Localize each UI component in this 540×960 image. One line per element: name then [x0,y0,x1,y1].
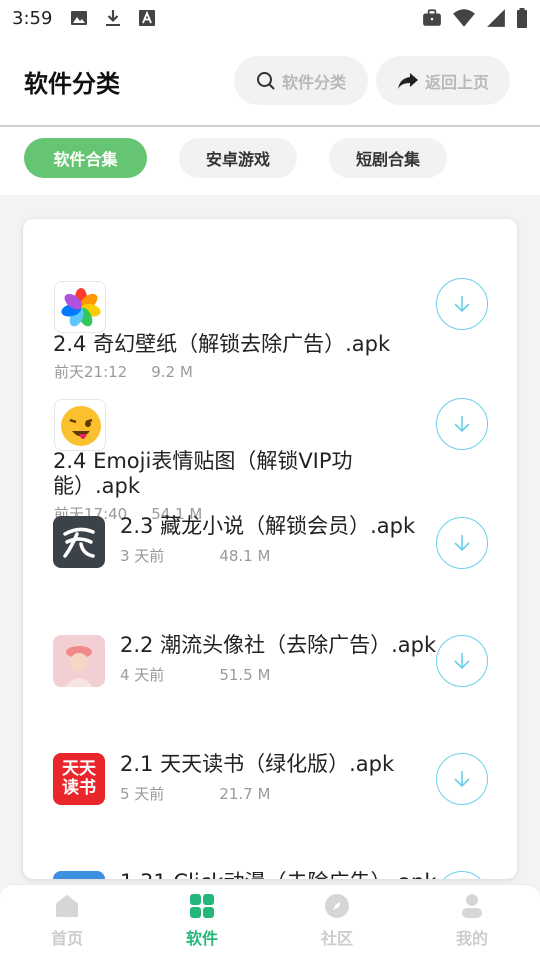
photos-flower-icon [54,281,106,333]
app-name: 2.2 潮流头像社（去除广告）.apk [120,633,437,657]
app-date: 3 天前 [120,547,165,565]
download-arrow-icon [454,296,470,313]
download-button[interactable] [436,517,488,569]
app-meta: 5 天前 21.7 M [120,783,270,804]
app-size: 51.5 M [219,666,271,684]
status-time: 3:59 [12,7,53,29]
app-name-line1: 2.4 Emoji表情贴图（解锁VIP功 [53,449,353,473]
app-meta: 4 天前 51.5 M [120,664,270,685]
app-name: 2.3 藏龙小说（解锁会员）.apk [120,514,416,538]
status-bar: 3:59 [0,0,540,36]
app-date: 5 天前 [120,785,165,803]
nav-home-label: 首页 [50,929,83,948]
image-icon [71,11,88,25]
search-button-label: 软件分类 [281,72,346,92]
tab-short-drama[interactable]: 短剧合集 [329,138,447,178]
screen: 3:59 软件分类 软件分类 返回上页 软件合集 安卓游戏 短剧合集 2.4 奇… [0,0,540,960]
nav-home[interactable]: 首页 [27,885,107,960]
header: 软件分类 软件分类 返回上页 [0,36,540,127]
list-item[interactable]: 2.4 Emoji表情贴图（解锁VIP功 能）.apk 前天17:40 54.1 … [23,389,517,523]
app-name: 1.31 Click动漫（去除广告）.apk [120,868,437,879]
signal-icon [487,9,505,27]
app-size: 21.7 M [219,785,271,803]
nav-community-label: 社区 [320,929,353,948]
click-anime-icon [53,871,105,879]
tab-software[interactable]: 软件合集 [24,138,147,178]
battery-icon [517,8,527,28]
list-item[interactable]: 天天 读书 2.1 天天读书（绿化版）.apk 5 天前 21.7 M [23,745,517,863]
app-size: 9.2 M [151,363,193,381]
download-button[interactable] [436,278,488,330]
bottom-nav: 首页 软件 社区 我的 [0,884,540,960]
search-button[interactable]: 软件分类 [234,56,368,105]
app-date: 4 天前 [120,666,165,684]
nav-mine[interactable]: 我的 [432,885,512,960]
tab-android-games[interactable]: 安卓游戏 [179,138,297,178]
download-arrow-icon [454,771,470,788]
person-icon [462,894,482,918]
tiantian-dushu-icon: 天天 读书 [53,753,105,805]
app-name: 2.1 天天读书（绿化版）.apk [120,752,395,776]
app-size: 48.1 M [219,547,271,565]
app-name: 2.4 奇幻壁纸（解锁去除广告）.apk [53,332,391,356]
emoji-face-icon [54,399,106,451]
back-button-label: 返回上页 [424,72,489,92]
download-button[interactable] [436,871,488,879]
home-icon [56,895,78,917]
nav-software[interactable]: 软件 [162,885,242,960]
avatar-photo-icon [53,635,105,687]
tiantian-icon-line2: 读书 [62,778,96,798]
app-date: 前天21:12 [54,363,128,381]
list-item[interactable]: 2.4 奇幻壁纸（解锁去除广告）.apk 前天21:12 9.2 M [23,219,517,389]
download-button[interactable] [436,753,488,805]
app-meta: 前天21:12 9.2 M [54,361,193,382]
list-item[interactable]: 1.31 Click动漫（去除广告）.apk [23,863,517,879]
font-a-icon [139,10,156,26]
page-title: 软件分类 [24,70,120,98]
back-button[interactable]: 返回上页 [376,56,510,105]
nav-mine-label: 我的 [455,929,488,948]
canglong-novel-icon [53,516,105,568]
compass-icon [325,894,349,918]
download-button[interactable] [436,635,488,687]
wifi-icon [453,9,475,27]
search-icon [256,71,275,90]
tiantian-icon-line1: 天天 [62,759,96,779]
download-arrow-icon [454,653,470,670]
download-icon [106,10,121,26]
app-name-line2: 能）.apk [53,474,141,498]
list-item[interactable]: 2.2 潮流头像社（去除广告）.apk 4 天前 51.5 M [23,627,517,745]
grid-apps-icon [190,894,214,918]
download-arrow-icon [454,416,470,433]
app-meta: 3 天前 48.1 M [120,545,270,566]
nav-community[interactable]: 社区 [297,885,377,960]
nav-software-label: 软件 [185,929,218,948]
download-arrow-icon [454,535,470,552]
download-button[interactable] [436,398,488,450]
category-tabs: 软件合集 安卓游戏 短剧合集 [0,127,540,195]
share-forward-icon [397,72,418,89]
briefcase-icon [423,9,441,26]
list-item[interactable]: 2.3 藏龙小说（解锁会员）.apk 3 天前 48.1 M [23,509,517,627]
app-list-card: 2.4 奇幻壁纸（解锁去除广告）.apk 前天21:12 9.2 M 2.4 Em… [23,219,517,879]
